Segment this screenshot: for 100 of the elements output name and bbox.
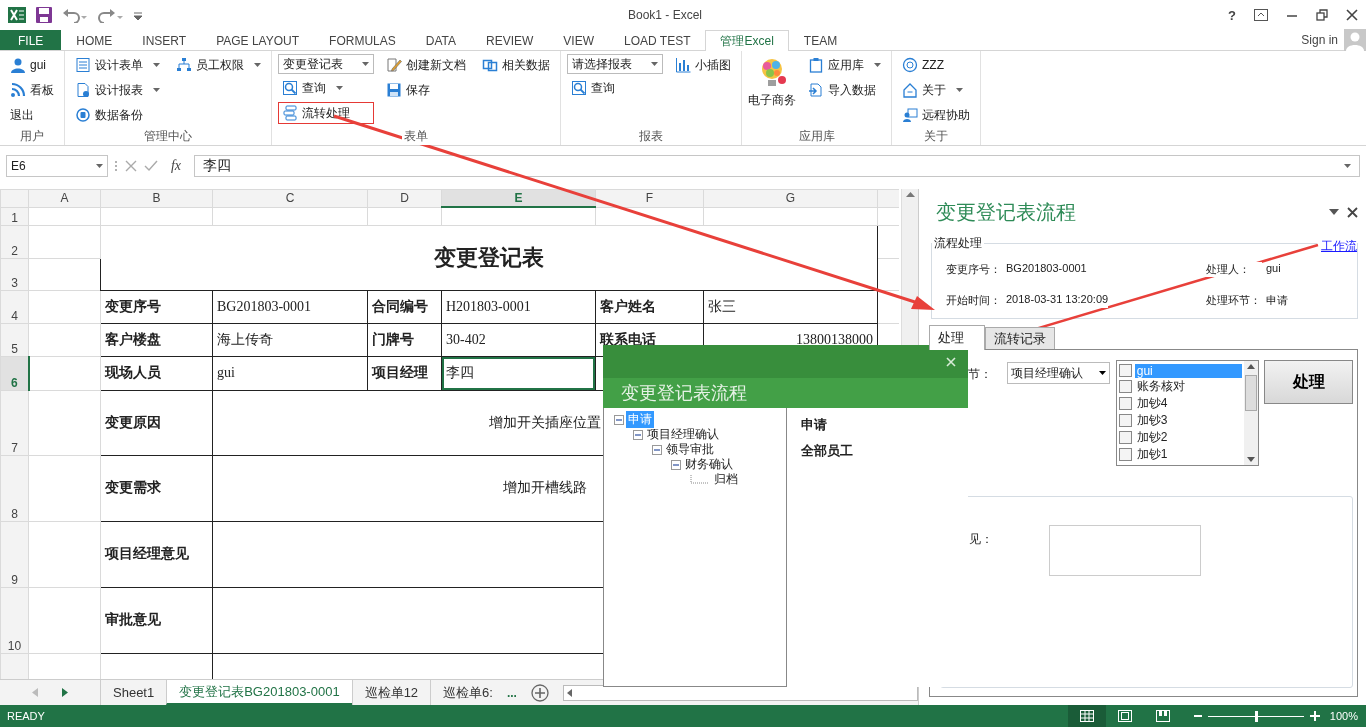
ribbon-button[interactable]: 远程协助 — [898, 104, 974, 126]
ribbon-button[interactable]: 应用库 — [804, 54, 885, 76]
sign-in-link[interactable]: Sign in — [1301, 33, 1338, 47]
ribbon-tab[interactable]: FORMULAS — [314, 30, 411, 50]
opinion-input[interactable] — [1049, 525, 1201, 576]
list-item[interactable]: 加钞4 — [1134, 395, 1243, 412]
collapse-icon[interactable] — [633, 429, 643, 440]
ribbon-button[interactable]: 保存 — [382, 79, 470, 101]
row-header[interactable]: 8 — [0, 455, 29, 521]
row-header[interactable]: 10 — [0, 587, 29, 653]
scroll-up-icon[interactable] — [1247, 364, 1256, 369]
form-value[interactable]: BG201803-0001 — [212, 290, 368, 323]
ribbon-button[interactable]: 设计报表 — [71, 79, 164, 101]
ribbon-tab[interactable]: INSERT — [127, 30, 202, 50]
ribbon-button[interactable]: 电子商务 — [748, 54, 796, 109]
zoom-thumb[interactable] — [1254, 710, 1258, 722]
ribbon-button[interactable]: 导入数据 — [804, 79, 885, 101]
pane-menu-icon[interactable] — [1329, 209, 1339, 215]
ribbon-tab[interactable]: REVIEW — [471, 30, 549, 50]
checkbox[interactable] — [1118, 414, 1132, 427]
row-header[interactable]: 4 — [0, 290, 29, 323]
scroll-down-icon[interactable] — [1247, 457, 1256, 462]
cancel-icon[interactable] — [124, 159, 138, 173]
column-header[interactable]: E — [441, 189, 596, 207]
restore-icon[interactable] — [1316, 9, 1328, 21]
ribbon-button[interactable]: 数据备份 — [71, 104, 164, 126]
list-item[interactable]: 加钞2 — [1134, 429, 1243, 446]
form-value[interactable]: 张三 — [703, 290, 878, 323]
ribbon-button[interactable]: gui — [6, 54, 58, 76]
collapse-icon[interactable] — [614, 414, 624, 425]
process-button[interactable]: 处理 — [1264, 360, 1353, 404]
ribbon-button[interactable]: 创建新文档 — [382, 54, 470, 76]
more-sheets-button[interactable]: ... — [504, 680, 523, 705]
row-header[interactable]: 2 — [0, 225, 29, 258]
ribbon-button[interactable]: 设计表单 — [71, 54, 164, 76]
pane-tab[interactable]: 处理 — [929, 325, 985, 350]
row-header[interactable]: 5 — [0, 323, 29, 356]
zoom-in-icon[interactable] — [1309, 711, 1320, 721]
sheet-tab[interactable]: 变更登记表BG201803-0001 — [166, 680, 352, 705]
ribbon-button[interactable]: ZZZ — [898, 54, 974, 76]
step-dropdown[interactable]: 项目经理确认 — [1007, 362, 1110, 384]
undo-icon[interactable] — [62, 7, 88, 23]
ribbon-tab[interactable]: LOAD TEST — [609, 30, 706, 50]
ribbon-button[interactable]: 小插图 — [671, 54, 735, 76]
ribbon-display-icon[interactable] — [1254, 9, 1268, 21]
scroll-thumb[interactable] — [1245, 375, 1258, 411]
row-header[interactable]: 6 — [0, 356, 29, 390]
list-item[interactable]: 加钞1 — [1134, 446, 1243, 463]
help-button[interactable]: ? — [1228, 7, 1236, 23]
ribbon-button[interactable]: 退出 — [6, 104, 58, 126]
workflow-link[interactable]: 工作流 — [1317, 238, 1357, 255]
ribbon-tab[interactable]: VIEW — [548, 30, 609, 50]
next-sheet-icon[interactable] — [62, 688, 68, 697]
ribbon-tab[interactable]: PAGE LAYOUT — [201, 30, 315, 50]
column-header[interactable]: F — [595, 189, 704, 207]
checkbox[interactable] — [1118, 397, 1132, 410]
tree-item[interactable]: 归档 — [712, 471, 740, 488]
ribbon-button[interactable]: 相关数据 — [478, 54, 554, 76]
zoom-level[interactable]: 100% — [1329, 710, 1358, 722]
ribbon-tab[interactable]: FILE — [0, 30, 62, 50]
column-header[interactable]: G — [703, 189, 878, 207]
column-header[interactable]: C — [212, 189, 368, 207]
ribbon-button[interactable]: 查询 — [278, 77, 374, 99]
column-header[interactable]: A — [28, 189, 101, 207]
dropdown[interactable]: 请选择报表 — [567, 54, 663, 74]
checkbox[interactable] — [1118, 380, 1132, 393]
ribbon-tab[interactable]: DATA — [410, 30, 471, 50]
zoom-out-icon[interactable] — [1193, 712, 1202, 720]
pane-tab[interactable]: 流转记录 — [985, 327, 1055, 349]
tree-item[interactable]: 领导审批 — [664, 441, 716, 458]
tree-item[interactable]: 项目经理确认 — [645, 426, 721, 443]
ribbon-button[interactable]: 关于 — [898, 79, 974, 101]
checkbox[interactable] — [1118, 364, 1132, 377]
ribbon-button[interactable]: 员工权限 — [172, 54, 265, 76]
row-header[interactable]: 9 — [0, 521, 29, 587]
save-icon[interactable] — [36, 7, 52, 23]
list-item[interactable]: 账务核对 — [1134, 378, 1243, 395]
name-box[interactable]: E6 — [6, 155, 108, 177]
ribbon-button[interactable]: 看板 — [6, 79, 58, 101]
check-icon[interactable] — [144, 159, 158, 173]
collapse-icon[interactable] — [652, 444, 662, 455]
dropdown[interactable]: 变更登记表 — [278, 54, 374, 74]
form-value[interactable]: 李四 — [441, 356, 596, 390]
ribbon-tab[interactable]: 管理Excel — [705, 30, 789, 51]
form-value[interactable]: 30-402 — [441, 323, 596, 356]
checkbox[interactable] — [1118, 448, 1132, 461]
collapse-icon[interactable] — [671, 459, 681, 470]
close-icon[interactable] — [1346, 9, 1358, 21]
customize-icon[interactable] — [134, 10, 142, 20]
assignee-list[interactable]: gui 账务核对 加钞4 加钞3 加钞2 加钞1 — [1115, 360, 1260, 466]
form-value[interactable]: 海上传奇 — [212, 323, 368, 356]
ribbon-button[interactable]: 查询 — [567, 77, 663, 99]
form-value[interactable]: H201803-0001 — [441, 290, 596, 323]
row-header[interactable]: 7 — [0, 390, 29, 455]
insert-function-button[interactable]: fx — [164, 158, 188, 174]
row-header[interactable]: 3 — [0, 258, 29, 290]
checkbox[interactable] — [1118, 431, 1132, 444]
normal-view-icon[interactable] — [1067, 705, 1106, 727]
ribbon-tab[interactable]: TEAM — [788, 30, 853, 50]
ribbon-tab[interactable]: HOME — [61, 30, 128, 50]
